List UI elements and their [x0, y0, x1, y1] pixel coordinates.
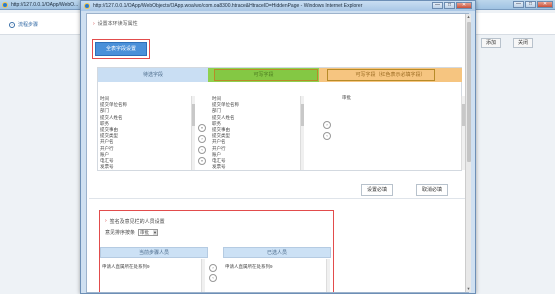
background-window-title: http://127.0.0.1/OApp/WebO...	[11, 2, 79, 8]
field-settings-dialog: http://127.0.0.1/OApp/WebObjects/OApp.wo…	[80, 0, 476, 294]
sort-label: 意见排序按条	[105, 230, 136, 236]
chevron-right-icon: ›	[105, 218, 107, 224]
dialog-body: › 设置本环读写属性 全表字段设置 待选字段 可写字段 可写字段（红色表示必填字…	[86, 13, 469, 293]
dialog-maximize-button[interactable]: □	[444, 2, 455, 9]
move-arrow-icon[interactable]: «	[198, 157, 206, 165]
dialog-scrollbar[interactable]: ▲ ▼	[465, 14, 471, 292]
close-button[interactable]: ✕	[537, 1, 553, 8]
current-step-people-header: 当前步骤人员	[100, 247, 208, 258]
section-title: 设置本环读写属性	[97, 21, 138, 27]
move-arrow-icon[interactable]: ›	[323, 121, 331, 129]
required-field-item[interactable]: 审批	[342, 95, 435, 101]
move-arrow-icon[interactable]: ›	[209, 264, 217, 272]
current-step-person-item[interactable]: 申请人直属所在处系列9	[100, 262, 200, 271]
ie-icon	[84, 3, 90, 9]
set-all-fields-button[interactable]: 全表字段设置	[95, 42, 147, 56]
process-steps-label: › 流程步骤	[9, 21, 38, 28]
chevron-icon: ›	[9, 21, 15, 28]
move-arrow-icon[interactable]: ‹	[323, 132, 331, 140]
maximize-button[interactable]: □	[525, 1, 536, 8]
cancel-required-button[interactable]: 取消必填	[416, 184, 449, 196]
close-page-button[interactable]: 关闭	[513, 38, 534, 48]
scroll-up-icon[interactable]: ▲	[466, 14, 471, 20]
selected-people-scrollbar[interactable]	[326, 259, 330, 292]
dialog-title: http://127.0.0.1/OApp/WebObjects/OApp.wo…	[93, 3, 363, 9]
section-header: › 设置本环读写属性	[93, 20, 138, 28]
background-window-controls: — □ ✕	[513, 1, 553, 8]
sort-select-value: 审批	[140, 230, 150, 235]
dialog-close-button[interactable]: ✕	[456, 2, 472, 9]
dialog-window-controls: — □ ✕	[432, 2, 472, 9]
writable-fields-scrollbar[interactable]	[300, 96, 304, 170]
sort-select[interactable]: 审批 ▾	[138, 229, 159, 236]
process-steps-text: 流程步骤	[18, 22, 39, 28]
move-arrow-icon[interactable]: ‹	[198, 146, 206, 154]
move-buttons-2: › ‹	[323, 121, 331, 140]
scroll-down-icon[interactable]: ▼	[466, 286, 471, 292]
required-fields-header-box	[327, 69, 435, 81]
set-required-button[interactable]: 设置必填	[361, 184, 394, 196]
people-move-buttons: › ‹	[209, 264, 217, 282]
add-button[interactable]: 添加	[481, 38, 502, 48]
chevron-down-icon: ▾	[153, 230, 158, 235]
selected-people-header: 已选人员	[223, 247, 331, 258]
available-fields-scrollbar[interactable]	[191, 96, 195, 170]
minimize-button[interactable]: —	[513, 1, 524, 8]
writable-fields-header: 可写字段	[253, 72, 274, 78]
signature-settings-section: › 签名及意见栏的人员设置 意见排序按条 审批 ▾ 当前步骤人员 已选人员 申请…	[99, 210, 334, 292]
chevron-right-icon: ›	[93, 20, 95, 27]
signature-settings-title: 签名及意见栏的人员设置	[109, 219, 165, 225]
signature-settings-header: › 签名及意见栏的人员设置	[105, 218, 165, 225]
move-buttons-1: » › ‹ «	[198, 124, 206, 165]
available-fields-list[interactable]: 时间提交单位名称部门提交人姓名职务提交事由提交类型开户名开户行账户电汇号发票号发…	[98, 96, 193, 170]
field-selection-panel: 待选字段 可写字段 可写字段（红色表示必填字段） 时间 提交单位名称 部门 提交人姓名…	[97, 67, 465, 171]
writable-fields-list[interactable]: 时间提交单位名称部门提交人姓名职务提交事由提交类型开户名开户行账户电汇号发票号发…	[210, 96, 305, 170]
dialog-minimize-button[interactable]: —	[432, 2, 443, 9]
dialog-titlebar: http://127.0.0.1/OApp/WebObjects/OApp.wo…	[81, 1, 475, 11]
available-fields-header: 待选字段	[98, 68, 208, 82]
current-step-people-scrollbar[interactable]	[201, 259, 205, 292]
move-arrow-icon[interactable]: »	[198, 124, 206, 132]
selected-person-item[interactable]: 申请人直属所在处系列9	[223, 262, 323, 271]
move-arrow-icon[interactable]: ›	[198, 135, 206, 143]
required-fields-list[interactable]: 审批	[340, 95, 435, 169]
sort-row: 意见排序按条 审批 ▾	[105, 229, 159, 236]
move-arrow-icon[interactable]: ‹	[209, 274, 217, 282]
divider	[89, 198, 466, 199]
ie-icon	[2, 2, 8, 8]
